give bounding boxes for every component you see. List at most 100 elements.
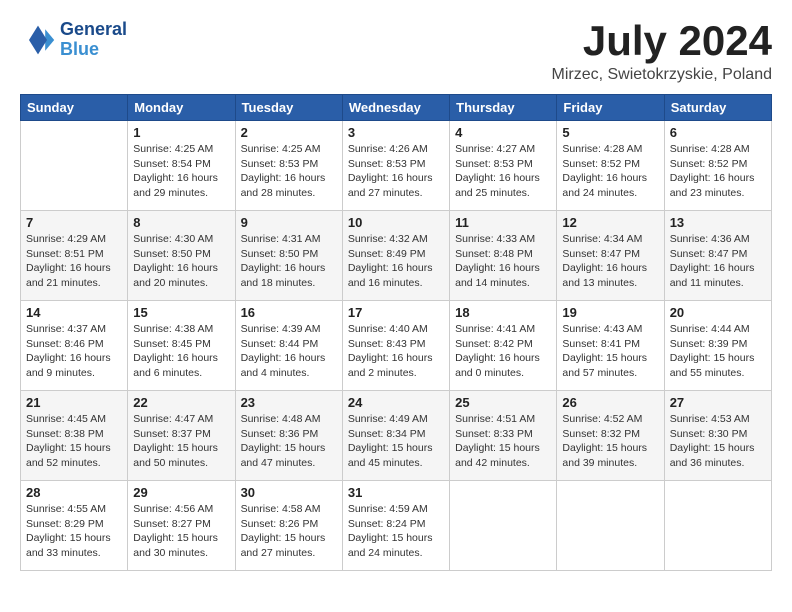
day-number: 7 [26,215,122,230]
page-header: General Blue July 2024 Mirzec, Swietokrz… [20,20,772,84]
calendar-cell: 21 Sunrise: 4:45 AM Sunset: 8:38 PM Dayli… [21,391,128,481]
day-info: Sunrise: 4:32 AM Sunset: 8:49 PM Dayligh… [348,232,444,291]
day-number: 1 [133,125,229,140]
day-info: Sunrise: 4:34 AM Sunset: 8:47 PM Dayligh… [562,232,658,291]
calendar-cell: 3 Sunrise: 4:26 AM Sunset: 8:53 PM Daylig… [342,121,449,211]
calendar-cell: 19 Sunrise: 4:43 AM Sunset: 8:41 PM Dayli… [557,301,664,391]
day-info: Sunrise: 4:36 AM Sunset: 8:47 PM Dayligh… [670,232,766,291]
calendar-cell: 4 Sunrise: 4:27 AM Sunset: 8:53 PM Daylig… [450,121,557,211]
day-number: 16 [241,305,337,320]
location: Mirzec, Swietokrzyskie, Poland [551,66,772,84]
logo-text-line2: Blue [60,40,127,60]
calendar-cell: 15 Sunrise: 4:38 AM Sunset: 8:45 PM Dayli… [128,301,235,391]
calendar-week-4: 21 Sunrise: 4:45 AM Sunset: 8:38 PM Dayli… [21,391,772,481]
day-info: Sunrise: 4:47 AM Sunset: 8:37 PM Dayligh… [133,412,229,471]
day-number: 15 [133,305,229,320]
day-info: Sunrise: 4:41 AM Sunset: 8:42 PM Dayligh… [455,322,551,381]
day-number: 4 [455,125,551,140]
calendar-cell: 7 Sunrise: 4:29 AM Sunset: 8:51 PM Daylig… [21,211,128,301]
day-number: 12 [562,215,658,230]
calendar-cell: 18Sunrise: 4:41 AM Sunset: 8:42 PM Dayli… [450,301,557,391]
logo-icon [20,22,56,58]
day-number: 11 [455,215,551,230]
day-number: 24 [348,395,444,410]
day-number: 6 [670,125,766,140]
day-number: 17 [348,305,444,320]
calendar-cell: 23Sunrise: 4:48 AM Sunset: 8:36 PM Dayli… [235,391,342,481]
calendar-cell [21,121,128,211]
weekday-header-monday: Monday [128,95,235,121]
calendar-cell: 29Sunrise: 4:56 AM Sunset: 8:27 PM Dayli… [128,481,235,571]
calendar-cell: 31 Sunrise: 4:59 AM Sunset: 8:24 PM Dayli… [342,481,449,571]
calendar-cell: 22 Sunrise: 4:47 AM Sunset: 8:37 PM Dayli… [128,391,235,481]
calendar-cell: 17 Sunrise: 4:40 AM Sunset: 8:43 PM Dayli… [342,301,449,391]
calendar-cell: 30Sunrise: 4:58 AM Sunset: 8:26 PM Dayli… [235,481,342,571]
day-number: 14 [26,305,122,320]
weekday-header-thursday: Thursday [450,95,557,121]
calendar-week-2: 7 Sunrise: 4:29 AM Sunset: 8:51 PM Daylig… [21,211,772,301]
day-info: Sunrise: 4:26 AM Sunset: 8:53 PM Dayligh… [348,142,444,201]
calendar-cell: 28 Sunrise: 4:55 AM Sunset: 8:29 PM Dayli… [21,481,128,571]
day-info: Sunrise: 4:39 AM Sunset: 8:44 PM Dayligh… [241,322,337,381]
day-number: 31 [348,485,444,500]
day-info: Sunrise: 4:27 AM Sunset: 8:53 PM Dayligh… [455,142,551,201]
calendar-cell: 2 Sunrise: 4:25 AM Sunset: 8:53 PM Daylig… [235,121,342,211]
calendar-cell [664,481,771,571]
day-info: Sunrise: 4:28 AM Sunset: 8:52 PM Dayligh… [562,142,658,201]
day-number: 3 [348,125,444,140]
day-info: Sunrise: 4:59 AM Sunset: 8:24 PM Dayligh… [348,502,444,561]
day-info: Sunrise: 4:55 AM Sunset: 8:29 PM Dayligh… [26,502,122,561]
calendar-week-1: 1 Sunrise: 4:25 AM Sunset: 8:54 PM Daylig… [21,121,772,211]
day-info: Sunrise: 4:33 AM Sunset: 8:48 PM Dayligh… [455,232,551,291]
day-number: 19 [562,305,658,320]
day-info: Sunrise: 4:48 AM Sunset: 8:36 PM Dayligh… [241,412,337,471]
calendar-cell: 10Sunrise: 4:32 AM Sunset: 8:49 PM Dayli… [342,211,449,301]
logo: General Blue [20,20,127,60]
day-number: 22 [133,395,229,410]
day-number: 27 [670,395,766,410]
day-number: 2 [241,125,337,140]
day-info: Sunrise: 4:28 AM Sunset: 8:52 PM Dayligh… [670,142,766,201]
calendar-cell: 20 Sunrise: 4:44 AM Sunset: 8:39 PM Dayli… [664,301,771,391]
day-info: Sunrise: 4:51 AM Sunset: 8:33 PM Dayligh… [455,412,551,471]
calendar-cell: 27 Sunrise: 4:53 AM Sunset: 8:30 PM Dayli… [664,391,771,481]
calendar-cell: 12 Sunrise: 4:34 AM Sunset: 8:47 PM Dayli… [557,211,664,301]
calendar-cell: 11 Sunrise: 4:33 AM Sunset: 8:48 PM Dayli… [450,211,557,301]
day-number: 21 [26,395,122,410]
day-info: Sunrise: 4:25 AM Sunset: 8:54 PM Dayligh… [133,142,229,201]
day-info: Sunrise: 4:53 AM Sunset: 8:30 PM Dayligh… [670,412,766,471]
month-title: July 2024 [551,20,772,62]
day-info: Sunrise: 4:38 AM Sunset: 8:45 PM Dayligh… [133,322,229,381]
calendar-cell: 8Sunrise: 4:30 AM Sunset: 8:50 PM Daylig… [128,211,235,301]
weekday-header-saturday: Saturday [664,95,771,121]
day-info: Sunrise: 4:45 AM Sunset: 8:38 PM Dayligh… [26,412,122,471]
calendar-cell: 1 Sunrise: 4:25 AM Sunset: 8:54 PM Daylig… [128,121,235,211]
calendar-header-row: SundayMondayTuesdayWednesdayThursdayFrid… [21,95,772,121]
weekday-header-wednesday: Wednesday [342,95,449,121]
logo-text-line1: General [60,20,127,40]
calendar-cell: 13 Sunrise: 4:36 AM Sunset: 8:47 PM Dayli… [664,211,771,301]
day-number: 20 [670,305,766,320]
day-info: Sunrise: 4:52 AM Sunset: 8:32 PM Dayligh… [562,412,658,471]
calendar-cell: 14Sunrise: 4:37 AM Sunset: 8:46 PM Dayli… [21,301,128,391]
day-info: Sunrise: 4:25 AM Sunset: 8:53 PM Dayligh… [241,142,337,201]
day-number: 8 [133,215,229,230]
day-number: 25 [455,395,551,410]
calendar-cell: 26Sunrise: 4:52 AM Sunset: 8:32 PM Dayli… [557,391,664,481]
day-number: 13 [670,215,766,230]
day-info: Sunrise: 4:31 AM Sunset: 8:50 PM Dayligh… [241,232,337,291]
calendar-cell: 16 Sunrise: 4:39 AM Sunset: 8:44 PM Dayli… [235,301,342,391]
day-info: Sunrise: 4:44 AM Sunset: 8:39 PM Dayligh… [670,322,766,381]
day-number: 28 [26,485,122,500]
day-info: Sunrise: 4:29 AM Sunset: 8:51 PM Dayligh… [26,232,122,291]
day-info: Sunrise: 4:40 AM Sunset: 8:43 PM Dayligh… [348,322,444,381]
calendar-cell: 9Sunrise: 4:31 AM Sunset: 8:50 PM Daylig… [235,211,342,301]
calendar-week-3: 14Sunrise: 4:37 AM Sunset: 8:46 PM Dayli… [21,301,772,391]
calendar-cell: 6 Sunrise: 4:28 AM Sunset: 8:52 PM Daylig… [664,121,771,211]
calendar-cell [557,481,664,571]
weekday-header-tuesday: Tuesday [235,95,342,121]
calendar-cell: 25 Sunrise: 4:51 AM Sunset: 8:33 PM Dayli… [450,391,557,481]
day-info: Sunrise: 4:56 AM Sunset: 8:27 PM Dayligh… [133,502,229,561]
day-info: Sunrise: 4:43 AM Sunset: 8:41 PM Dayligh… [562,322,658,381]
calendar-week-5: 28 Sunrise: 4:55 AM Sunset: 8:29 PM Dayli… [21,481,772,571]
